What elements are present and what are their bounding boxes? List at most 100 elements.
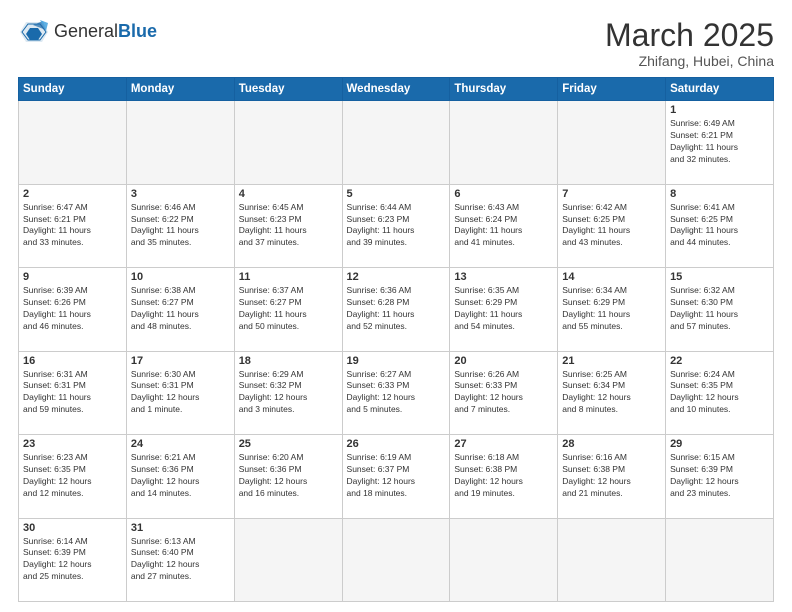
header: GeneralBlue March 2025 Zhifang, Hubei, C… [18, 18, 774, 69]
day-info: Sunrise: 6:13 AM Sunset: 6:40 PM Dayligh… [131, 536, 230, 584]
calendar-cell: 24Sunrise: 6:21 AM Sunset: 6:36 PM Dayli… [126, 435, 234, 518]
calendar-cell: 3Sunrise: 6:46 AM Sunset: 6:22 PM Daylig… [126, 184, 234, 267]
calendar-cell: 26 Sunrise: 6:19 AM Sunset: 6:37 PM Dayli… [342, 435, 450, 518]
col-header-wednesday: Wednesday [342, 78, 450, 101]
day-info: Sunrise: 6:45 AM Sunset: 6:23 PM Dayligh… [239, 202, 338, 250]
calendar-cell: 25Sunrise: 6:20 AM Sunset: 6:36 PM Dayli… [234, 435, 342, 518]
calendar-cell: 31 Sunrise: 6:13 AM Sunset: 6:40 PM Dayli… [126, 518, 234, 601]
day-number: 2 [23, 188, 122, 200]
calendar-cell: 20Sunrise: 6:26 AM Sunset: 6:33 PM Dayli… [450, 351, 558, 434]
day-number: 7 [562, 188, 661, 200]
calendar-cell: 16 Sunrise: 6:31 AM Sunset: 6:31 PM Dayli… [19, 351, 127, 434]
day-info: Sunrise: 6:35 AM Sunset: 6:29 PM Dayligh… [454, 285, 553, 333]
day-number: 16 [23, 355, 122, 367]
day-info: Sunrise: 6:49 AM Sunset: 6:21 PM Dayligh… [670, 118, 769, 166]
calendar-cell: 19 Sunrise: 6:27 AM Sunset: 6:33 PM Dayli… [342, 351, 450, 434]
calendar-cell: 14 Sunrise: 6:34 AM Sunset: 6:29 PM Dayli… [558, 268, 666, 351]
col-header-monday: Monday [126, 78, 234, 101]
calendar-cell [450, 518, 558, 601]
day-number: 11 [239, 271, 338, 283]
calendar-week-row: 23 Sunrise: 6:23 AM Sunset: 6:35 PM Dayli… [19, 435, 774, 518]
calendar-cell: 28 Sunrise: 6:16 AM Sunset: 6:38 PM Dayli… [558, 435, 666, 518]
col-header-tuesday: Tuesday [234, 78, 342, 101]
calendar-cell [234, 518, 342, 601]
day-info: Sunrise: 6:41 AM Sunset: 6:25 PM Dayligh… [670, 202, 769, 250]
calendar-week-row: 2Sunrise: 6:47 AM Sunset: 6:21 PM Daylig… [19, 184, 774, 267]
day-info: Sunrise: 6:38 AM Sunset: 6:27 PM Dayligh… [131, 285, 230, 333]
day-info: Sunrise: 6:16 AM Sunset: 6:38 PM Dayligh… [562, 452, 661, 500]
day-number: 19 [347, 355, 446, 367]
day-info: Sunrise: 6:44 AM Sunset: 6:23 PM Dayligh… [347, 202, 446, 250]
day-number: 17 [131, 355, 230, 367]
calendar-cell: 7 Sunrise: 6:42 AM Sunset: 6:25 PM Daylig… [558, 184, 666, 267]
day-number: 28 [562, 438, 661, 450]
day-info: Sunrise: 6:20 AM Sunset: 6:36 PM Dayligh… [239, 452, 338, 500]
calendar-cell: 10 Sunrise: 6:38 AM Sunset: 6:27 PM Dayli… [126, 268, 234, 351]
day-number: 8 [670, 188, 769, 200]
month-title: March 2025 [605, 18, 774, 53]
day-info: Sunrise: 6:42 AM Sunset: 6:25 PM Dayligh… [562, 202, 661, 250]
day-number: 6 [454, 188, 553, 200]
calendar-cell: 29 Sunrise: 6:15 AM Sunset: 6:39 PM Dayli… [666, 435, 774, 518]
day-info: Sunrise: 6:37 AM Sunset: 6:27 PM Dayligh… [239, 285, 338, 333]
calendar-cell: 13 Sunrise: 6:35 AM Sunset: 6:29 PM Dayli… [450, 268, 558, 351]
calendar-week-row: 30 Sunrise: 6:14 AM Sunset: 6:39 PM Dayli… [19, 518, 774, 601]
day-info: Sunrise: 6:15 AM Sunset: 6:39 PM Dayligh… [670, 452, 769, 500]
calendar-cell: 15Sunrise: 6:32 AM Sunset: 6:30 PM Dayli… [666, 268, 774, 351]
calendar-cell: 23 Sunrise: 6:23 AM Sunset: 6:35 PM Dayli… [19, 435, 127, 518]
generalblue-icon [18, 18, 50, 46]
day-number: 14 [562, 271, 661, 283]
day-info: Sunrise: 6:24 AM Sunset: 6:35 PM Dayligh… [670, 369, 769, 417]
day-number: 13 [454, 271, 553, 283]
title-block: March 2025 Zhifang, Hubei, China [605, 18, 774, 69]
day-info: Sunrise: 6:23 AM Sunset: 6:35 PM Dayligh… [23, 452, 122, 500]
calendar-cell: 21Sunrise: 6:25 AM Sunset: 6:34 PM Dayli… [558, 351, 666, 434]
day-number: 18 [239, 355, 338, 367]
calendar-cell: 6 Sunrise: 6:43 AM Sunset: 6:24 PM Daylig… [450, 184, 558, 267]
day-number: 4 [239, 188, 338, 200]
day-number: 26 [347, 438, 446, 450]
calendar-cell: 30 Sunrise: 6:14 AM Sunset: 6:39 PM Dayli… [19, 518, 127, 601]
col-header-thursday: Thursday [450, 78, 558, 101]
calendar-cell: 18Sunrise: 6:29 AM Sunset: 6:32 PM Dayli… [234, 351, 342, 434]
calendar-week-row: 16 Sunrise: 6:31 AM Sunset: 6:31 PM Dayli… [19, 351, 774, 434]
calendar-cell [342, 518, 450, 601]
day-number: 10 [131, 271, 230, 283]
day-number: 5 [347, 188, 446, 200]
logo-text: GeneralBlue [54, 22, 157, 42]
calendar-cell: 27 Sunrise: 6:18 AM Sunset: 6:38 PM Dayli… [450, 435, 558, 518]
day-info: Sunrise: 6:43 AM Sunset: 6:24 PM Dayligh… [454, 202, 553, 250]
day-number: 30 [23, 522, 122, 534]
day-number: 12 [347, 271, 446, 283]
day-info: Sunrise: 6:14 AM Sunset: 6:39 PM Dayligh… [23, 536, 122, 584]
day-info: Sunrise: 6:34 AM Sunset: 6:29 PM Dayligh… [562, 285, 661, 333]
calendar-cell: 5 Sunrise: 6:44 AM Sunset: 6:23 PM Daylig… [342, 184, 450, 267]
day-number: 24 [131, 438, 230, 450]
calendar-cell [19, 101, 127, 184]
day-number: 23 [23, 438, 122, 450]
calendar-cell [234, 101, 342, 184]
calendar-cell [342, 101, 450, 184]
day-number: 29 [670, 438, 769, 450]
calendar-cell: 2Sunrise: 6:47 AM Sunset: 6:21 PM Daylig… [19, 184, 127, 267]
calendar-cell: 12 Sunrise: 6:36 AM Sunset: 6:28 PM Dayli… [342, 268, 450, 351]
calendar-cell [126, 101, 234, 184]
day-number: 27 [454, 438, 553, 450]
day-info: Sunrise: 6:18 AM Sunset: 6:38 PM Dayligh… [454, 452, 553, 500]
day-info: Sunrise: 6:26 AM Sunset: 6:33 PM Dayligh… [454, 369, 553, 417]
day-info: Sunrise: 6:31 AM Sunset: 6:31 PM Dayligh… [23, 369, 122, 417]
day-info: Sunrise: 6:27 AM Sunset: 6:33 PM Dayligh… [347, 369, 446, 417]
calendar-cell: 22Sunrise: 6:24 AM Sunset: 6:35 PM Dayli… [666, 351, 774, 434]
day-info: Sunrise: 6:39 AM Sunset: 6:26 PM Dayligh… [23, 285, 122, 333]
logo: GeneralBlue [18, 18, 157, 46]
calendar-cell: 11 Sunrise: 6:37 AM Sunset: 6:27 PM Dayli… [234, 268, 342, 351]
calendar-cell: 9Sunrise: 6:39 AM Sunset: 6:26 PM Daylig… [19, 268, 127, 351]
day-number: 31 [131, 522, 230, 534]
day-info: Sunrise: 6:19 AM Sunset: 6:37 PM Dayligh… [347, 452, 446, 500]
day-info: Sunrise: 6:36 AM Sunset: 6:28 PM Dayligh… [347, 285, 446, 333]
day-number: 15 [670, 271, 769, 283]
col-header-saturday: Saturday [666, 78, 774, 101]
col-header-friday: Friday [558, 78, 666, 101]
calendar-header-row: SundayMondayTuesdayWednesdayThursdayFrid… [19, 78, 774, 101]
calendar-table: SundayMondayTuesdayWednesdayThursdayFrid… [18, 77, 774, 602]
